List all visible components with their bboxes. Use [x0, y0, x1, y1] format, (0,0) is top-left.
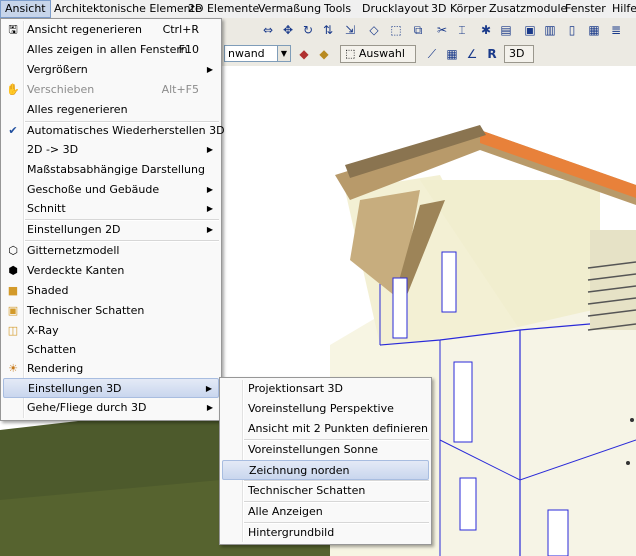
explode-icon[interactable]: ✱: [476, 20, 496, 40]
menu-item-vergroessern[interactable]: Vergrößern ▶: [3, 60, 219, 80]
split-icon[interactable]: ⌶: [452, 20, 472, 40]
stack-yellow-icon[interactable]: ◆: [314, 44, 334, 64]
stair-icon[interactable]: ≣: [606, 20, 626, 40]
menu-item-gitternetzmodell[interactable]: ⬡ Gitternetzmodell: [3, 241, 219, 261]
submenu-item-zeichnung-norden[interactable]: Zeichnung norden: [222, 460, 429, 480]
stretch-icon[interactable]: ⬚: [386, 20, 406, 40]
menu-item-massstab[interactable]: Maßstabsabhängige Darstellung: [3, 160, 219, 180]
menu-hilfe[interactable]: Hilfe: [608, 0, 636, 18]
menu-fenster[interactable]: Fenster: [561, 0, 610, 18]
menu-item-ansicht-regenerieren[interactable]: 🖫 Ansicht regenerieren Ctrl+R: [3, 20, 219, 40]
mirror-icon[interactable]: ⇅: [318, 20, 338, 40]
rendering-icon: ☀: [8, 362, 18, 375]
menu-item-einstellungen-3d[interactable]: Einstellungen 3D ▶: [3, 378, 219, 398]
menu-3d-koerper[interactable]: 3D Körper: [427, 0, 490, 18]
offset-icon[interactable]: ⧉: [408, 20, 428, 40]
menu-item-geschosse[interactable]: Geschoße und Gebäude ▶: [3, 180, 219, 200]
wireframe-cube-icon: ⬡: [8, 244, 18, 257]
submenu-arrow-icon: ▶: [206, 65, 213, 74]
move-icon[interactable]: ✥: [278, 20, 298, 40]
menu-item-schnitt[interactable]: Schnitt ▶: [3, 199, 219, 219]
submenu-item-hintergrundbild[interactable]: Hintergrundbild: [222, 523, 429, 543]
3d-button[interactable]: 3D: [504, 45, 534, 63]
menu-item-gehe-fliege[interactable]: Gehe/Fliege durch 3D ▶: [3, 398, 219, 418]
properties-icon[interactable]: ▣: [520, 20, 540, 40]
menu-item-shaded[interactable]: ■ Shaded: [3, 281, 219, 301]
einstellungen-3d-submenu: Projektionsart 3D Voreinstellung Perspek…: [219, 377, 432, 545]
dot-2: [630, 418, 634, 422]
auswahl-label: Auswahl: [358, 47, 405, 60]
window-3: [453, 361, 473, 443]
stack-red-icon[interactable]: ◆: [294, 44, 314, 64]
hidden-lines-cube-icon: ⬢: [8, 264, 18, 277]
menu-item-einstellungen-2d[interactable]: Einstellungen 2D ▶: [3, 220, 219, 240]
submenu-arrow-icon: ▶: [206, 185, 213, 194]
regenerate-icon: 🖫: [8, 23, 18, 36]
3d-label: 3D: [509, 47, 525, 60]
select-icon: ⬚: [345, 47, 356, 60]
window-icon[interactable]: ▦: [584, 20, 604, 40]
menu-zusatzmodule[interactable]: Zusatzmodule: [485, 0, 571, 18]
arrows-horizontal-icon[interactable]: ⇔: [258, 20, 278, 40]
grid-icon[interactable]: ▦: [442, 44, 462, 64]
submenu-arrow-icon: ▶: [206, 145, 213, 154]
window-5: [547, 509, 569, 556]
copy-move-icon[interactable]: ⇲: [340, 20, 360, 40]
submenu-item-alle-anzeigen[interactable]: Alle Anzeigen: [222, 502, 429, 522]
auswahl-button[interactable]: ⬚ Auswahl: [340, 45, 416, 63]
submenu-arrow-icon: ▶: [206, 204, 213, 213]
menu-item-2d-3d[interactable]: 2D -> 3D ▶: [3, 140, 219, 160]
submenu-item-voreinstellungen-sonne[interactable]: Voreinstellungen Sonne: [222, 440, 429, 460]
technical-shadow-cube-icon: ▣: [7, 304, 19, 317]
menu-item-verschieben: ✋ Verschieben Alt+F5: [6, 83, 199, 96]
submenu-item-technischer-schatten[interactable]: Technischer Schatten: [222, 481, 429, 501]
menu-architektonische-elemente[interactable]: Architektonische Elemente: [50, 0, 206, 18]
door-icon[interactable]: ▯: [562, 20, 582, 40]
checkmark-icon: ✔: [8, 124, 18, 137]
elevation-icon[interactable]: ▤: [496, 20, 516, 40]
menu-item-technischer-schatten[interactable]: ▣ Technischer Schatten: [3, 301, 219, 321]
layer-icon[interactable]: ▥: [540, 20, 560, 40]
chart-icon[interactable]: ⟋: [422, 44, 442, 64]
menu-2d-elemente[interactable]: 2D Elemente: [184, 0, 263, 18]
ansicht-menu: 🖫 Ansicht regenerieren Ctrl+R Alles zeig…: [0, 18, 225, 421]
layer-combo[interactable]: nwand: [224, 45, 278, 62]
submenu-arrow-icon: ▶: [206, 225, 213, 234]
window-2: [441, 251, 457, 313]
menu-item-verdeckte-kanten[interactable]: ⬢ Verdeckte Kanten: [3, 261, 219, 281]
submenu-item-ansicht-2-punkten[interactable]: Ansicht mit 2 Punkten definieren: [222, 419, 429, 439]
submenu-item-projektionsart[interactable]: Projektionsart 3D: [222, 379, 429, 399]
r-button[interactable]: R: [482, 44, 502, 64]
dot-1: [626, 461, 630, 465]
xray-cube-icon: ◫: [7, 324, 19, 337]
menu-bar: Ansicht Architektonische Elemente 2D Ele…: [0, 0, 636, 19]
menu-item-rendering[interactable]: ☀ Rendering: [3, 359, 219, 379]
window-1: [392, 277, 408, 339]
submenu-item-voreinstellung-perspektive[interactable]: Voreinstellung Perspektive: [222, 399, 429, 419]
submenu-arrow-icon: ▶: [206, 403, 213, 412]
menu-drucklayout[interactable]: Drucklayout: [358, 0, 433, 18]
window-4: [459, 477, 477, 531]
menu-item-alles-regenerieren[interactable]: Alles regenerieren: [3, 100, 219, 120]
menu-item-alles-zeigen[interactable]: Alles zeigen in allen Fenstern F10: [3, 40, 219, 60]
shape-edit-icon[interactable]: ◇: [364, 20, 384, 40]
angle-icon[interactable]: ∠: [462, 44, 482, 64]
menu-vermassung[interactable]: Vermaßung: [254, 0, 325, 18]
menu-ansicht[interactable]: Ansicht: [0, 0, 51, 18]
menu-item-schatten[interactable]: Schatten: [3, 340, 219, 360]
chevron-down-icon[interactable]: ▼: [277, 45, 291, 62]
menu-item-xray[interactable]: ◫ X-Ray: [3, 321, 219, 341]
menu-tools[interactable]: Tools: [320, 0, 355, 18]
rotate-icon[interactable]: ↻: [298, 20, 318, 40]
hand-pan-icon: ✋: [6, 83, 20, 96]
submenu-arrow-icon: ▶: [205, 384, 212, 393]
menu-item-automatisches-wiederherstellen[interactable]: ✔ Automatisches Wiederherstellen 3D: [3, 121, 224, 141]
trim-icon[interactable]: ✂: [432, 20, 452, 40]
shaded-cube-icon: ■: [7, 284, 19, 297]
